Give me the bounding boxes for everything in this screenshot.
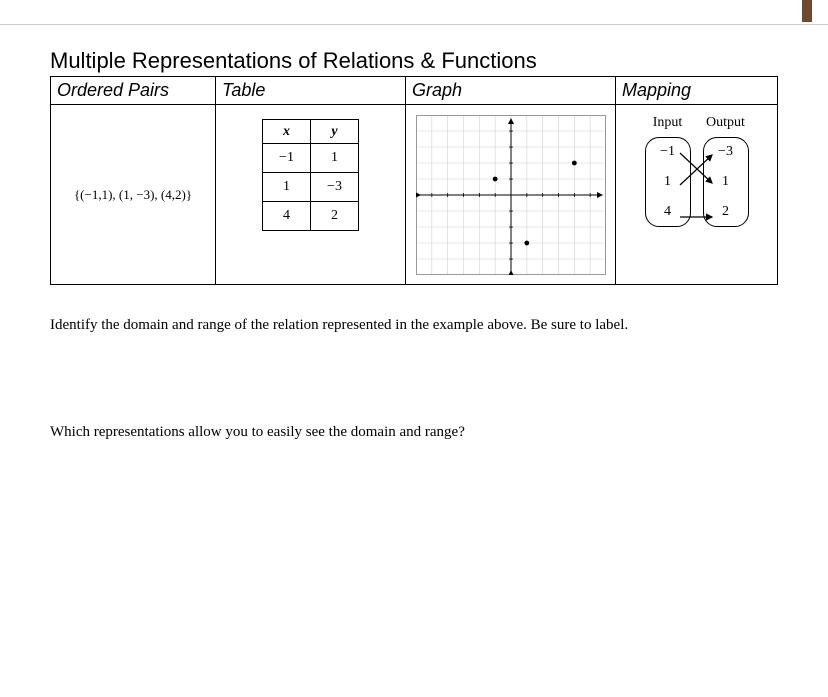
question-domain-range: Identify the domain and range of the rel… [50, 317, 778, 334]
mapping-output-value: 2 [722, 204, 729, 220]
header-graph: Graph [406, 77, 616, 105]
xy-x: 1 [263, 173, 311, 202]
xy-y: 1 [311, 144, 359, 173]
table-row: 1 −3 [263, 173, 359, 202]
xy-head-x: x [263, 120, 311, 144]
mapping-output-label: Output [706, 115, 745, 131]
xy-x: −1 [263, 144, 311, 173]
cell-ordered-pairs: {(−1,1), (1, −3), (4,2)} [51, 105, 216, 285]
ordered-pairs-text: {(−1,1), (1, −3), (4,2)} [57, 187, 209, 203]
question-representations: Which representations allow you to easil… [50, 424, 778, 441]
cell-table: x y −1 1 1 −3 4 2 [216, 105, 406, 285]
mapping-input-value: 4 [664, 204, 671, 220]
page-content: Multiple Representations of Relations & … [0, 0, 828, 441]
mapping-input-box: −1 1 4 [645, 137, 691, 227]
corner-mark [802, 0, 812, 22]
graph-wrap [412, 111, 609, 275]
header-ordered-pairs: Ordered Pairs [51, 77, 216, 105]
xy-table: x y −1 1 1 −3 4 2 [262, 119, 359, 231]
header-table: Table [216, 77, 406, 105]
representations-table: Ordered Pairs Table Graph Mapping {(−1,1… [50, 76, 778, 285]
xy-y: 2 [311, 202, 359, 231]
cell-graph [406, 105, 616, 285]
mapping-input-value: −1 [660, 144, 675, 160]
content-row: {(−1,1), (1, −3), (4,2)} x y −1 1 1 −3 [51, 105, 778, 285]
page-title: Multiple Representations of Relations & … [50, 48, 778, 74]
top-divider [0, 24, 828, 25]
mapping-input-label: Input [653, 115, 683, 131]
xy-y: −3 [311, 173, 359, 202]
table-row: 4 2 [263, 202, 359, 231]
cell-mapping: Input −1 1 4 Output −3 1 2 [616, 105, 778, 285]
header-row: Ordered Pairs Table Graph Mapping [51, 77, 778, 105]
xy-x: 4 [263, 202, 311, 231]
scatter-plot [416, 115, 606, 275]
xy-head-y: y [311, 120, 359, 144]
mapping-diagram: Input −1 1 4 Output −3 1 2 [622, 111, 771, 227]
table-row: −1 1 [263, 144, 359, 173]
mapping-input-value: 1 [664, 174, 671, 190]
mapping-output-col: Output −3 1 2 [703, 115, 749, 227]
mapping-output-value: 1 [722, 174, 729, 190]
mapping-output-box: −3 1 2 [703, 137, 749, 227]
mapping-output-value: −3 [718, 144, 733, 160]
mapping-input-col: Input −1 1 4 [645, 115, 691, 227]
header-mapping: Mapping [616, 77, 778, 105]
